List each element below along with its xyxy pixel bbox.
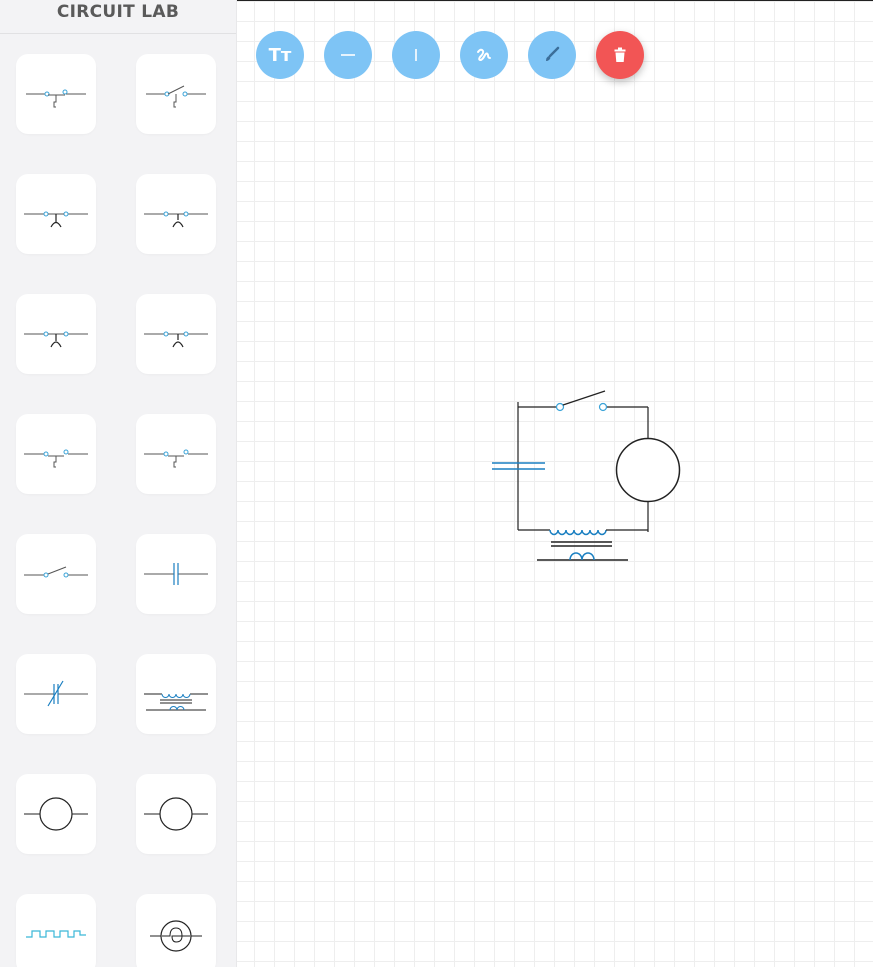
vertical-line-tool-button[interactable] [392, 31, 440, 79]
transformer-primary-coil [549, 529, 607, 536]
voltage-source-icon [24, 797, 88, 831]
voltage-source [615, 437, 681, 503]
palette-item-contact-arc-3[interactable] [136, 294, 216, 374]
palette-item-switch-pushbutton-angled[interactable] [136, 54, 216, 134]
palette-item-contact-arc-alt[interactable] [136, 174, 216, 254]
switch-blade [562, 390, 606, 406]
palette-item-switch-knife[interactable] [16, 534, 96, 614]
palette-item-transformer[interactable] [136, 654, 216, 734]
circuit-diagram[interactable] [480, 380, 700, 580]
palette-item-circle-source[interactable] [16, 774, 96, 854]
voltage-source-icon [144, 797, 208, 831]
transformer-secondary-coil [569, 552, 595, 561]
app-title: CIRCUIT LAB [0, 0, 236, 34]
switch-pushbutton-icon [24, 449, 88, 468]
palette-item-switch-pushbutton-open[interactable] [16, 54, 96, 134]
squiggle-icon [477, 48, 491, 62]
horizontal-line-tool-button[interactable] [324, 31, 372, 79]
text-size-icon: Tт [268, 44, 292, 66]
palette-item-circle-source-2[interactable] [136, 774, 216, 854]
palette-item-contact-arc-2[interactable] [16, 294, 96, 374]
palette-item-capacitor[interactable] [136, 534, 216, 614]
brush-tool-button[interactable] [528, 31, 576, 79]
transformer-icon [144, 693, 208, 711]
palette-item-pulse-waveform[interactable] [16, 894, 96, 967]
capacitor-icon [144, 563, 208, 585]
contact-arc-icon [24, 211, 88, 228]
horizontal-line-icon [341, 54, 355, 56]
palette-item-lamp[interactable] [136, 894, 216, 967]
vertical-line-icon [415, 49, 417, 61]
switch-pushbutton-icon [144, 449, 208, 468]
switch-pin-left [555, 402, 565, 412]
pulse-waveform-icon [26, 930, 86, 938]
palette-item-switch-pushbutton-3[interactable] [136, 414, 216, 494]
palette-item-switch-pushbutton-2[interactable] [16, 414, 96, 494]
lamp-icon [150, 920, 202, 952]
palette-item-variable-capacitor[interactable] [16, 654, 96, 734]
component-palette: CIRCUIT LAB [0, 0, 237, 967]
variable-capacitor-icon [24, 680, 88, 707]
switch-pushbutton-icon [26, 89, 86, 108]
freehand-tool-button[interactable] [460, 31, 508, 79]
switch-pin-right [598, 402, 608, 412]
trash-icon [614, 47, 626, 62]
contact-arc-icon [24, 331, 88, 348]
switch-knife-icon [24, 566, 88, 578]
delete-button[interactable] [596, 31, 644, 79]
palette-item-contact-arc[interactable] [16, 174, 96, 254]
contact-arc-icon [144, 331, 208, 348]
text-tool-button[interactable]: Tт [256, 31, 304, 79]
switch-angled-icon [146, 85, 206, 108]
brush-icon [546, 46, 560, 61]
contact-arc-alt-icon [144, 211, 208, 228]
